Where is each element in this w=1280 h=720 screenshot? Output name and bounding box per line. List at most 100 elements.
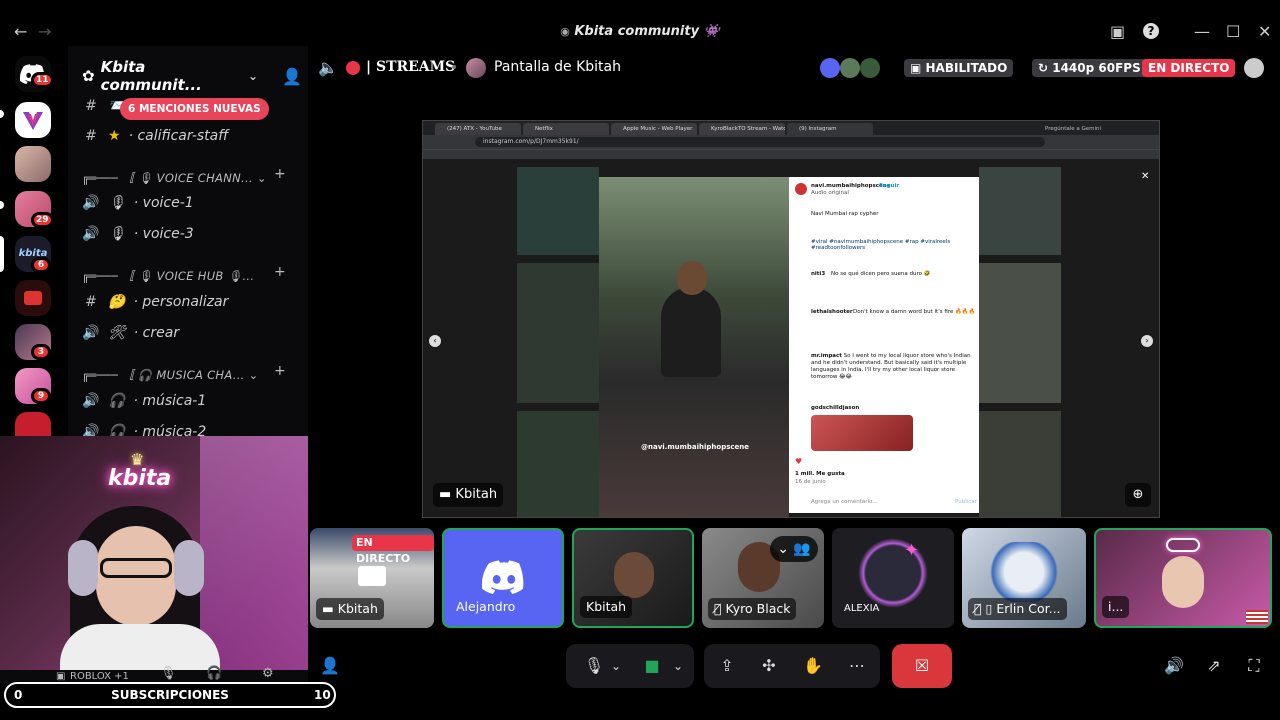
post-caption: Navi Mumbai rap cypher: [811, 211, 879, 217]
tile-name: Kyro Black: [725, 601, 791, 616]
activities-icon[interactable]: ✣: [754, 644, 784, 688]
tile-alexia[interactable]: ✦ ALEXIA: [832, 528, 954, 628]
prev-arrow-icon[interactable]: ‹: [429, 335, 441, 347]
camera-icon[interactable]: ■: [638, 644, 666, 688]
channel-label: · voice-1: [133, 195, 194, 211]
chat-bubble-icon[interactable]: [1244, 58, 1264, 78]
channel-item[interactable]: # 📨: [82, 92, 125, 120]
live-badge: EN DIRECTO: [352, 535, 434, 565]
guild-photo-1[interactable]: [15, 146, 51, 182]
channel-musica-1[interactable]: 🔊 🎧 · música-1: [82, 387, 206, 415]
follow-link[interactable]: Seguir: [879, 183, 899, 189]
chevron-down-icon[interactable]: ⌄: [668, 644, 688, 688]
more-icon[interactable]: ⋯: [842, 644, 872, 688]
maximize-icon[interactable]: ☐: [1226, 22, 1240, 41]
headphones-icon[interactable]: 🎧: [206, 666, 222, 681]
publish-button[interactable]: Publicar: [955, 499, 977, 505]
add-channel-icon[interactable]: +: [274, 166, 286, 182]
neon-crown-icon: ♛: [130, 450, 145, 469]
sparkle-icon: ✦: [904, 540, 920, 561]
screen-share-icon[interactable]: ⇪: [712, 644, 742, 688]
tile-stream-preview[interactable]: EN DIRECTO ▬ Kbitah: [310, 528, 434, 628]
participant-face: [1162, 556, 1204, 608]
comment-input[interactable]: Agrega un comentario...: [811, 499, 878, 505]
add-channel-icon[interactable]: +: [274, 264, 286, 280]
rapper-head: [677, 261, 707, 295]
minimize-icon[interactable]: —: [1194, 22, 1210, 41]
tile-name: Erlin Cor...: [996, 601, 1061, 616]
category-voice-hub[interactable]: ╔═─── 〚 🎙 VOICE HUB 🎙...: [82, 268, 254, 284]
speaker-icon: 🔊: [82, 195, 100, 211]
post-video[interactable]: @navi.mumbaihiphopscene: [599, 177, 789, 517]
volume-icon[interactable]: 🔊: [1160, 644, 1188, 688]
avatar: [466, 58, 486, 78]
grid-thumb: [517, 411, 599, 517]
channel-personalizar[interactable]: # 🤔 · personalizar: [82, 288, 228, 316]
guild-badge: 3: [31, 344, 51, 360]
channel-voice-1[interactable]: 🔊 🎙 · voice-1: [82, 189, 194, 217]
soundboard-icon[interactable]: ✋: [798, 644, 828, 688]
popout-icon[interactable]: ⇗: [1200, 644, 1228, 688]
help-icon[interactable]: ?: [1143, 23, 1159, 39]
chevron-down-icon[interactable]: ⌄: [606, 644, 626, 688]
guild-red[interactable]: [15, 412, 51, 436]
hash-icon: #: [85, 98, 97, 114]
webcam-overlay: kbita ♛: [0, 436, 308, 670]
channel-emoji: 🎙: [108, 226, 126, 242]
category-voice-channels[interactable]: ╔═─── 〚 🎙 VOICE CHANN... ⌄: [82, 170, 267, 186]
settings-icon[interactable]: ⚙: [262, 666, 274, 681]
screen-share-video[interactable]: (247) ATX - YouTube Netflix Apple Music …: [422, 120, 1160, 518]
channel-calificar-staff[interactable]: # ★ · calificar-staff: [82, 122, 228, 150]
channel-crear[interactable]: 🔊 🛠 · crear: [82, 319, 179, 347]
server-header[interactable]: ✿ Kbita communit... ⌄ 👤: [82, 58, 302, 94]
server-gear-icon: ✿: [82, 67, 95, 85]
new-mentions-pill[interactable]: 6 MENCIONES NUEVAS: [120, 98, 269, 120]
close-icon[interactable]: ✕: [1141, 171, 1149, 182]
tile-erlin[interactable]: 🎙̸ ▯ Erlin Cor...: [962, 528, 1086, 628]
channel-label: · música-1: [133, 393, 207, 409]
subs-label: SUBSCRIPCIONES: [111, 688, 229, 702]
zoom-icon[interactable]: ⊕: [1125, 483, 1151, 507]
gemini-tab: Pregúntale a Gemini: [1045, 126, 1102, 132]
next-arrow-icon[interactable]: ›: [1141, 335, 1153, 347]
channel-voice-3[interactable]: 🔊 🎙 · voice-3: [82, 220, 193, 248]
grid-thumb: [979, 263, 1061, 403]
game-icon: ▣: [56, 671, 66, 682]
monitor-icon: [358, 566, 386, 586]
guild-v[interactable]: [15, 102, 51, 138]
expand-participants-button[interactable]: ⌄ 👥: [770, 536, 818, 562]
dm-badge: 11: [31, 72, 54, 88]
tile-webcam-kbita[interactable]: i...: [1094, 528, 1272, 628]
add-friend-icon[interactable]: 👤: [320, 656, 340, 675]
refresh-icon: ↻: [1038, 61, 1053, 75]
inbox-icon[interactable]: ▣: [1110, 22, 1125, 41]
tile-kyro-black[interactable]: ⌄ 👥 🎙̸ Kyro Black: [702, 528, 824, 628]
fullscreen-icon[interactable]: ⛶: [1240, 644, 1268, 688]
post-hashtags: #viral #navimumbaihiphopscene #rap #vira…: [811, 239, 951, 251]
glasses: [100, 558, 172, 578]
neon-crown-icon: [1166, 538, 1200, 552]
guild-aaa[interactable]: [15, 280, 51, 316]
invite-user-icon[interactable]: 👤: [282, 67, 302, 86]
close-icon[interactable]: ✕: [1258, 22, 1271, 41]
mic-icon[interactable]: 🎙: [160, 666, 177, 681]
hang-up-button[interactable]: ☒: [892, 644, 952, 688]
category-musica[interactable]: ╔═─── 〚 🎧 MUSICA CHA... ⌄: [82, 367, 259, 383]
category-label: ╔═─── 〚 🎧 MUSICA CHA...: [82, 368, 245, 382]
server-name: Kbita communit...: [100, 58, 202, 94]
guild-sidebar: 11 29 kbita 6 3 9: [0, 46, 68, 436]
chevron-down-icon: ⌄: [248, 368, 259, 382]
tile-name: Alejandro: [456, 599, 516, 614]
tile-label: ▬ Kbitah: [316, 598, 384, 620]
title-emoji: 👾: [703, 24, 720, 39]
heart-icon[interactable]: ♥: [795, 457, 802, 466]
tile-kbitah[interactable]: Kbitah: [572, 528, 694, 628]
subs-max: 10: [314, 688, 331, 702]
tile-alejandro[interactable]: Alejandro: [442, 528, 564, 628]
discord-logo-icon: [482, 560, 524, 594]
browser-tabbar: (247) ATX - YouTube Netflix Apple Music …: [423, 121, 1159, 135]
speaker-icon: 🔊: [82, 393, 100, 409]
add-channel-icon[interactable]: +: [274, 363, 286, 379]
channel-label: · calificar-staff: [128, 128, 229, 144]
browser-url: instagram.com/p/DJ7mm35k91/: [475, 137, 1045, 147]
